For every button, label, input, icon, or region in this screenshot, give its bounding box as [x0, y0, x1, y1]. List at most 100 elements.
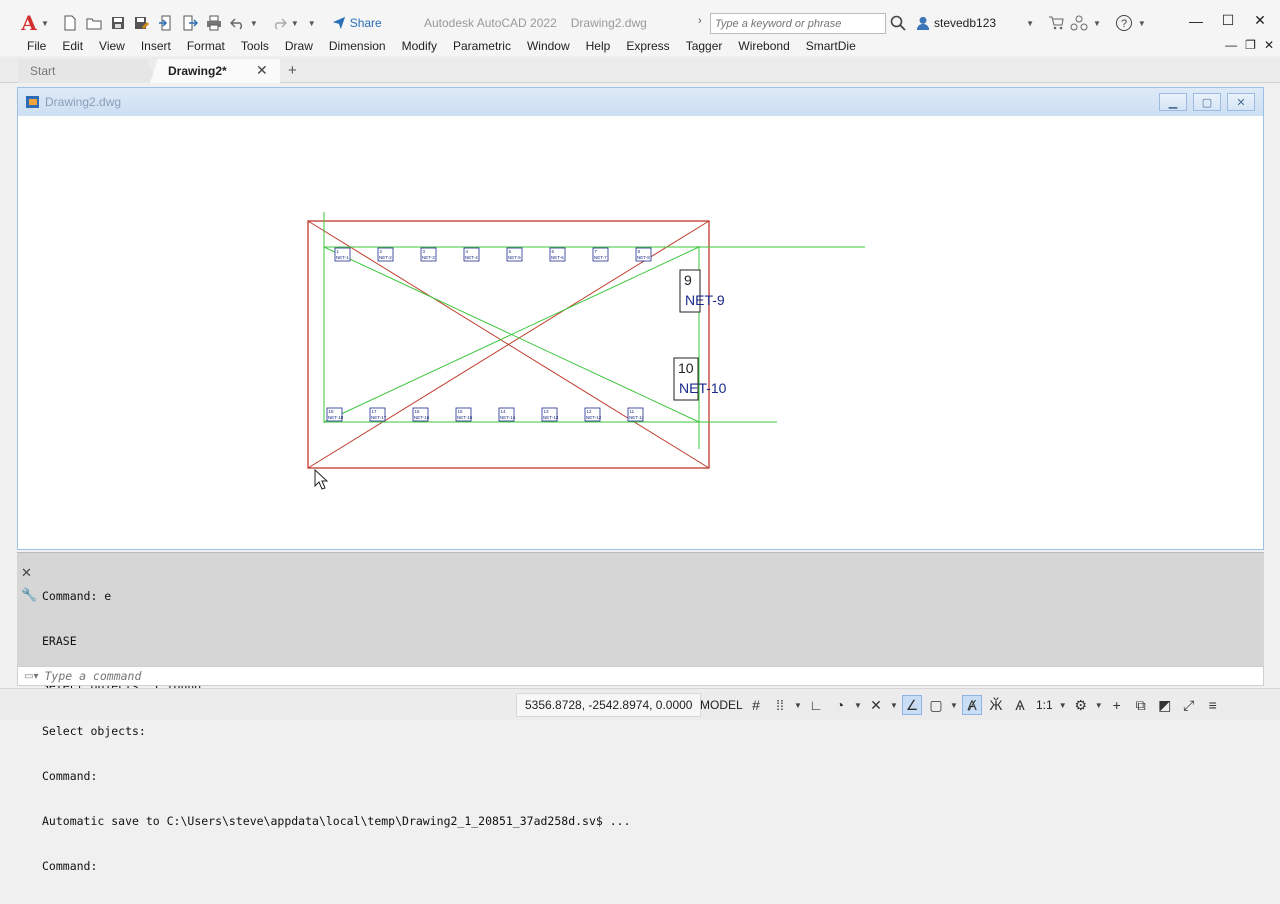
- open-file-button[interactable]: [83, 12, 105, 34]
- doc-close-icon[interactable]: ✕: [1264, 38, 1274, 52]
- pad-net-label: NET-11: [629, 415, 644, 420]
- new-tab-icon[interactable]: +: [288, 62, 297, 79]
- history-line: Command:: [42, 859, 98, 873]
- svg-text:?: ?: [1121, 18, 1127, 30]
- command-input[interactable]: [44, 669, 445, 683]
- pad-net-label: NET-2: [379, 255, 392, 260]
- isodraft-icon[interactable]: ✕: [866, 695, 886, 715]
- menu-draw[interactable]: Draw: [285, 39, 313, 53]
- annotation-scale-icon[interactable]: Ѧ: [1010, 695, 1030, 715]
- close-icon[interactable]: ✕: [1250, 12, 1270, 29]
- plus-icon[interactable]: +: [1107, 695, 1127, 715]
- menu-dimension[interactable]: Dimension: [329, 39, 386, 53]
- share-button[interactable]: Share: [332, 16, 382, 30]
- quick-access-toolbar: A ▼ ▼ ▼ ▼ Share: [18, 10, 382, 36]
- menu-file[interactable]: File: [27, 39, 46, 53]
- menu-parametric[interactable]: Parametric: [453, 39, 511, 53]
- doc-minimize-icon[interactable]: —: [1225, 38, 1237, 52]
- connect-dropdown-icon[interactable]: ▼: [1093, 19, 1101, 28]
- isodraft-dropdown-icon[interactable]: ▼: [890, 701, 898, 710]
- snap-icon[interactable]: ⁞⁞: [770, 695, 790, 715]
- osnap-dropdown-icon[interactable]: ▼: [950, 701, 958, 710]
- chevron-right-icon[interactable]: ›: [698, 15, 702, 27]
- coordinates-readout[interactable]: 5356.8728, -2542.8974, 0.0000: [516, 693, 702, 717]
- menu-modify[interactable]: Modify: [402, 39, 437, 53]
- pad-net-label: NET-18: [328, 415, 344, 420]
- redo-dropdown-icon[interactable]: ▼: [291, 19, 299, 28]
- clean-screen-icon[interactable]: ⤢: [1179, 695, 1199, 715]
- grid-icon[interactable]: #: [746, 695, 766, 715]
- menu-format[interactable]: Format: [187, 39, 225, 53]
- maximize-icon[interactable]: ☐: [1218, 12, 1238, 29]
- menu-tagger[interactable]: Tagger: [686, 39, 723, 53]
- menu-window[interactable]: Window: [527, 39, 570, 53]
- model-space-button[interactable]: MODEL: [696, 693, 747, 717]
- customize-qat-icon[interactable]: ▼: [308, 19, 316, 28]
- pad-number: 17: [372, 409, 378, 414]
- undo-button[interactable]: [227, 12, 249, 34]
- drawing-canvas[interactable]: 1NET-12NET-23NET-34NET-45NET-56NET-67NET…: [18, 116, 1263, 549]
- search-icon[interactable]: [890, 15, 906, 31]
- customize-wrench-icon[interactable]: 🔧: [21, 587, 37, 603]
- object-snap-tracking-icon[interactable]: ∠: [902, 695, 922, 715]
- pad-net-label: NET-6: [551, 255, 564, 260]
- gear-icon[interactable]: ⚙: [1071, 695, 1091, 715]
- drawing-window-controls: ▁ ▢ ✕: [1159, 93, 1255, 111]
- object-snap-icon[interactable]: ▢: [926, 695, 946, 715]
- menu-wirebond[interactable]: Wirebond: [738, 39, 789, 53]
- undo-dropdown-icon[interactable]: ▼: [250, 19, 258, 28]
- user-account[interactable]: stevedb123: [916, 16, 996, 30]
- menu-express[interactable]: Express: [626, 39, 669, 53]
- history-line: Command: e: [42, 589, 112, 603]
- drawing-maximize-icon[interactable]: ▢: [1193, 93, 1221, 111]
- minimize-icon[interactable]: —: [1186, 13, 1206, 29]
- plot-button[interactable]: [203, 12, 225, 34]
- recent-commands-icon[interactable]: ▭▾: [24, 671, 38, 682]
- search-input[interactable]: [710, 13, 886, 34]
- close-command-line-icon[interactable]: ✕: [21, 565, 35, 581]
- menu-view[interactable]: View: [99, 39, 125, 53]
- annotation-visibility-icon[interactable]: Ⱥ: [962, 695, 982, 715]
- chevron-down-icon[interactable]: ▼: [41, 19, 49, 28]
- help-dropdown-icon[interactable]: ▼: [1138, 19, 1146, 28]
- auto-scale-icon[interactable]: Ӂ: [986, 695, 1006, 715]
- status-toggles: # ⁞⁞ ▼ ∟ ◔ ▼ ✕ ▼ ∠ ▢ ▼ Ⱥ Ӂ Ѧ 1:1 ▼ ⚙ ▼ +…: [746, 695, 1223, 715]
- save-button[interactable]: [107, 12, 129, 34]
- pad-number: 9: [684, 272, 692, 288]
- connect-icon[interactable]: [1070, 15, 1088, 31]
- help-icon[interactable]: ?: [1115, 14, 1133, 32]
- ortho-icon[interactable]: ∟: [806, 695, 826, 715]
- menu-tools[interactable]: Tools: [241, 39, 269, 53]
- pad-number: 13: [544, 409, 550, 414]
- save-as-button[interactable]: [131, 12, 153, 34]
- drawing-minimize-icon[interactable]: ▁: [1159, 93, 1187, 111]
- pad-number: 15: [458, 409, 464, 414]
- customization-menu-icon[interactable]: ≡: [1203, 695, 1223, 715]
- pad-net-label: NET-15: [457, 415, 473, 420]
- redo-button[interactable]: [268, 12, 290, 34]
- hardware-acceleration-icon[interactable]: ◩: [1155, 695, 1175, 715]
- tab-close-icon[interactable]: ✕: [256, 62, 268, 79]
- drawing-window-title: Drawing2.dwg: [45, 95, 122, 109]
- scale-dropdown-icon[interactable]: ▼: [1059, 701, 1067, 710]
- application-menu-button[interactable]: A: [18, 12, 40, 34]
- menu-insert[interactable]: Insert: [141, 39, 171, 53]
- user-dropdown-icon[interactable]: ▼: [1026, 19, 1034, 28]
- export-button[interactable]: [179, 12, 201, 34]
- menu-edit[interactable]: Edit: [62, 39, 83, 53]
- workspace-dropdown-icon[interactable]: ▼: [1095, 701, 1103, 710]
- polar-tracking-icon[interactable]: ◔: [830, 695, 850, 715]
- doc-restore-icon[interactable]: ❐: [1245, 38, 1256, 52]
- snap-dropdown-icon[interactable]: ▼: [794, 701, 802, 710]
- cart-icon[interactable]: [1048, 15, 1064, 31]
- tab-start[interactable]: Start: [18, 59, 158, 83]
- isolate-objects-icon[interactable]: ⧉: [1131, 695, 1151, 715]
- file-tab-bar: Start Drawing2* ✕ +: [0, 57, 1280, 83]
- polar-dropdown-icon[interactable]: ▼: [854, 701, 862, 710]
- annotation-scale-value[interactable]: 1:1: [1034, 698, 1055, 712]
- menu-smartdie[interactable]: SmartDie: [806, 39, 856, 53]
- drawing-close-icon[interactable]: ✕: [1227, 93, 1255, 111]
- menu-help[interactable]: Help: [586, 39, 611, 53]
- new-file-button[interactable]: [59, 12, 81, 34]
- import-button[interactable]: [155, 12, 177, 34]
